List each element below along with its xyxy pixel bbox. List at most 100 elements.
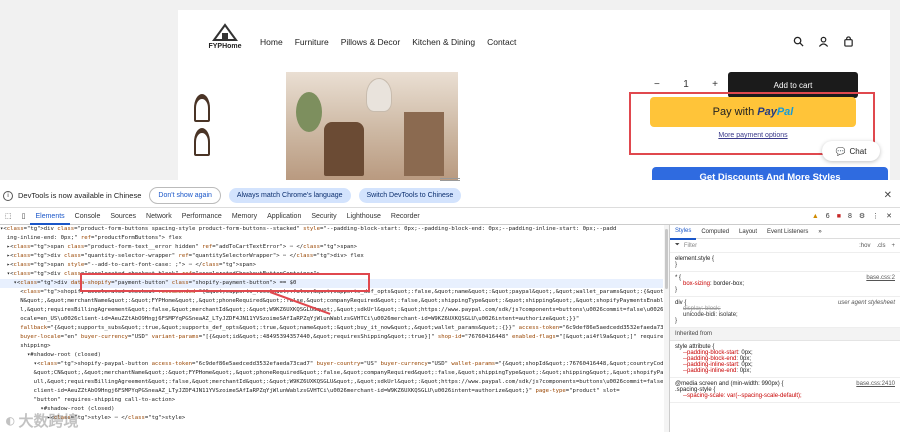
store-logo-text: FYPHome xyxy=(208,43,242,50)
filter-options: :hov .cls + xyxy=(859,243,895,249)
panel-resize-handle[interactable] xyxy=(440,178,460,181)
styles-filter-bar: ⏷ Filter :hov .cls + xyxy=(670,239,900,253)
hover-state-toggle[interactable]: :hov xyxy=(859,243,870,249)
tab-sources[interactable]: Sources xyxy=(105,208,141,225)
devtools-language-notice: i DevTools is now available in Chinese D… xyxy=(0,184,900,208)
tab-performance[interactable]: Performance xyxy=(177,208,227,225)
header-icons xyxy=(793,36,854,47)
dom-node-line[interactable]: ▸<class="tg">style> ⋯ </class="tg">style… xyxy=(0,414,663,423)
nav-contact[interactable]: Contact xyxy=(487,37,516,47)
main-nav: Home Furniture Pillows & Decor Kitchen &… xyxy=(260,37,516,47)
inspect-element-icon[interactable]: ⬚ xyxy=(0,208,17,225)
tab-elements[interactable]: Elements xyxy=(30,208,70,225)
more-options-icon[interactable]: ⋮ xyxy=(872,212,879,220)
chat-label: Chat xyxy=(849,146,867,156)
property-name[interactable]: --padding-inline-end xyxy=(683,368,736,374)
styles-filter-input[interactable]: Filter xyxy=(684,243,697,249)
quantity-increase-button[interactable]: + xyxy=(712,79,718,90)
lamp-shape xyxy=(366,78,392,112)
tab-security[interactable]: Security xyxy=(306,208,341,225)
close-icon[interactable]: ✕ xyxy=(884,190,892,201)
nav-furniture[interactable]: Furniture xyxy=(295,37,329,47)
dom-node-line[interactable]: ocale=en_US\u0026client-id=AeuZZtAbO9Hng… xyxy=(0,315,663,324)
nav-kitchen-dining[interactable]: Kitchen & Dining xyxy=(412,37,475,47)
account-icon[interactable] xyxy=(818,36,829,47)
inherited-label: Inherited from xyxy=(675,331,713,337)
dont-show-again-button[interactable]: Don't show again xyxy=(149,187,221,204)
rule-close: } xyxy=(675,287,678,293)
tab-styles[interactable]: Styles xyxy=(670,225,697,240)
gallery-thumbnail[interactable] xyxy=(188,128,216,158)
tab-more[interactable]: » xyxy=(813,225,826,239)
property-value[interactable]: 0px; xyxy=(740,368,751,374)
quantity-value[interactable]: 1 xyxy=(683,79,689,90)
add-rule-button[interactable]: + xyxy=(891,243,895,249)
dom-node-line[interactable]: ▾#shadow-root (closed) xyxy=(0,405,663,414)
info-icon: i xyxy=(3,190,13,201)
dom-node-line[interactable]: ull,&quot;requiresBillingAgreement&quot;… xyxy=(0,378,663,387)
settings-gear-icon[interactable]: ⚙ xyxy=(859,212,865,220)
discount-banner[interactable]: Get Discounts And More Styles xyxy=(652,167,888,180)
dom-node-line[interactable]: buyer-locale="en" buyer-currency="USD" v… xyxy=(0,333,663,342)
tab-network[interactable]: Network xyxy=(141,208,177,225)
dom-node-line[interactable]: ▸<class="tg">span style="--add-to-cart-f… xyxy=(0,261,663,270)
tab-lighthouse[interactable]: Lighthouse xyxy=(342,208,386,225)
tab-event-listeners[interactable]: Event Listeners xyxy=(762,225,813,239)
property-name[interactable]: box-sizing xyxy=(683,281,710,287)
dom-node-line[interactable]: l,&quot;requiresBillingAgreement&quot;:f… xyxy=(0,306,663,315)
tab-recorder[interactable]: Recorder xyxy=(386,208,425,225)
dom-node-line[interactable]: shipping> xyxy=(0,342,663,351)
rule-close: } xyxy=(675,262,678,268)
tab-application[interactable]: Application xyxy=(262,208,306,225)
property-value[interactable]: border-box; xyxy=(713,281,744,287)
dom-node-line[interactable]: client-id=AeuZZtAbO9Hngj6FSMPYqPGSneaAZ_… xyxy=(0,387,663,396)
property-name: unicode-bidi xyxy=(683,312,716,318)
property-value: isolate; xyxy=(718,312,738,318)
dom-node-line[interactable]: ▾<class="tg">div class="product-form-but… xyxy=(0,225,663,234)
property-declaration[interactable]: --spacing-scale: var(--spacing-scale-def… xyxy=(683,393,802,399)
nav-home[interactable]: Home xyxy=(260,37,283,47)
dom-node-line[interactable]: ▸<class="tg">div class="quantity-selecto… xyxy=(0,252,663,261)
rule-source-link[interactable]: base.css:2 xyxy=(866,275,895,281)
dom-node-line[interactable]: ▸<class="tg">span class="product-form-te… xyxy=(0,243,663,252)
styles-panel: Styles Computed Layout Event Listeners »… xyxy=(669,225,900,432)
dom-node-line[interactable]: fallback="{&quot;supports_subs&quot;:tru… xyxy=(0,324,663,333)
quantity-decrease-button[interactable]: − xyxy=(654,79,660,90)
device-toolbar-icon[interactable]: ▯ xyxy=(17,208,31,225)
chat-button[interactable]: 💬 Chat xyxy=(822,141,880,161)
devtools-status-tools: ▲ 6 ■ 8 ⚙ ⋮ ✕ xyxy=(812,212,900,221)
rule-source-link[interactable]: base.css:2410 xyxy=(856,381,895,387)
gallery-thumbnail[interactable] xyxy=(188,94,216,124)
dom-node-line[interactable]: N&quot;,&quot;merchantName&quot;:&quot;F… xyxy=(0,297,663,306)
style-rule: element.style { } xyxy=(670,253,900,272)
product-main-image[interactable] xyxy=(286,72,458,180)
dom-node-line[interactable]: &quot;CN&quot;,&quot;merchantName&quot;:… xyxy=(0,369,663,378)
media-rule: base.css:2410 @media screen and (min-widt… xyxy=(670,378,900,403)
watermark: ◐ 大数跨境 xyxy=(6,414,78,429)
dom-node-line[interactable]: ing-inline-end: 0px;" ref="productFormBu… xyxy=(0,234,663,243)
tab-layout[interactable]: Layout xyxy=(734,225,762,239)
close-devtools-icon[interactable]: ✕ xyxy=(886,212,892,220)
shelf-shape xyxy=(404,112,444,176)
annotation-highlight-payment-button xyxy=(80,273,370,292)
search-icon[interactable] xyxy=(793,36,804,47)
style-rule: style attribute { --padding-block-start:… xyxy=(670,341,900,378)
tab-memory[interactable]: Memory xyxy=(227,208,262,225)
match-chrome-language-button[interactable]: Always match Chrome's language xyxy=(228,188,351,203)
store-logo[interactable]: FYPHome xyxy=(206,22,244,50)
error-icon[interactable]: ■ xyxy=(837,213,841,220)
warning-icon[interactable]: ▲ xyxy=(812,213,819,220)
tab-console[interactable]: Console xyxy=(70,208,106,225)
dom-node-line[interactable]: "button" requires-shipping call-to-actio… xyxy=(0,396,663,405)
chair-shape xyxy=(324,122,364,176)
plant-shape xyxy=(296,92,322,132)
store-logo-icon xyxy=(212,22,238,42)
cart-icon[interactable] xyxy=(843,36,854,47)
scrollbar-thumb[interactable] xyxy=(665,229,668,289)
nav-pillows-decor[interactable]: Pillows & Decor xyxy=(341,37,401,47)
dom-node-line[interactable]: ▾<class="tg">shopify-paypal-button acces… xyxy=(0,360,663,369)
class-toggle[interactable]: .cls xyxy=(876,243,885,249)
switch-to-chinese-button[interactable]: Switch DevTools to Chinese xyxy=(358,188,462,203)
dom-node-line[interactable]: ▾#shadow-root (closed) xyxy=(0,351,663,360)
tab-computed[interactable]: Computed xyxy=(696,225,734,239)
